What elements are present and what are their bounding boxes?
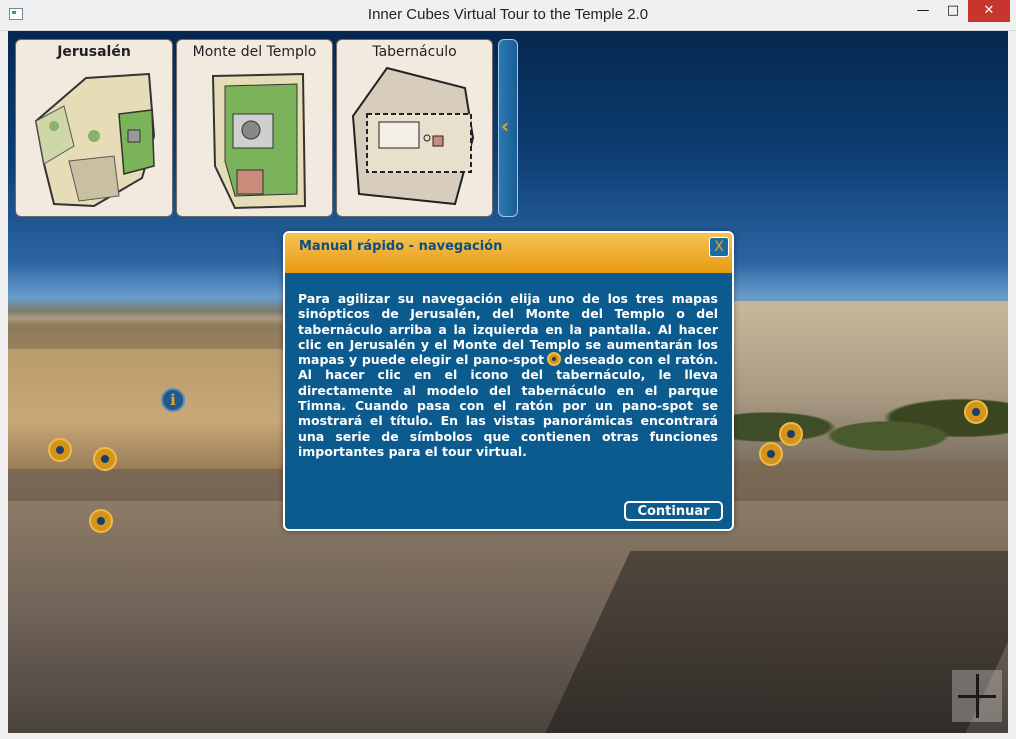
dialog-close-button[interactable]: X	[709, 237, 729, 257]
jerusalem-map-icon	[34, 72, 156, 208]
minimize-button[interactable]: —	[908, 0, 938, 22]
map-card-jerusalem[interactable]: Jerusalén	[15, 39, 173, 217]
map-label-jerusalem: Jerusalén	[57, 44, 131, 60]
temple-mount-map-icon	[211, 72, 307, 210]
compass-icon[interactable]	[952, 670, 1002, 722]
pano-spot-icon	[547, 352, 562, 367]
map-label-temple-mount: Monte del Templo	[192, 44, 317, 60]
dialog-body: Para agilizar su navegación elija uno de…	[298, 291, 718, 459]
pano-spot[interactable]	[964, 400, 988, 424]
dialog-title: Manual rápido - navegación	[299, 239, 503, 254]
pano-spot[interactable]	[759, 442, 783, 466]
map-panel-toggle[interactable]: ‹	[498, 39, 518, 217]
pano-spot[interactable]	[779, 422, 803, 446]
pano-spot[interactable]	[93, 447, 117, 471]
chevron-left-icon: ‹	[501, 114, 510, 138]
info-icon[interactable]: i	[161, 388, 185, 412]
window-titlebar: Inner Cubes Virtual Tour to the Temple 2…	[0, 0, 1016, 31]
close-window-button[interactable]: ✕	[968, 0, 1010, 22]
map-label-tabernacle: Tabernáculo	[372, 44, 457, 60]
tabernacle-map-icon	[351, 66, 475, 206]
window-title: Inner Cubes Virtual Tour to the Temple 2…	[367, 6, 649, 23]
pano-spot[interactable]	[89, 509, 113, 533]
quick-manual-dialog: Manual rápido - navegación X Para agiliz…	[283, 231, 734, 531]
trees-scene	[708, 391, 1008, 481]
maximize-button[interactable]: □	[938, 0, 968, 22]
dialog-text-part2: deseado con el ratón. Al hacer clic en e…	[298, 352, 718, 459]
pano-spot[interactable]	[48, 438, 72, 462]
map-card-temple-mount[interactable]: Monte del Templo	[176, 39, 333, 217]
map-card-tabernacle[interactable]: Tabernáculo	[336, 39, 493, 217]
dialog-header: Manual rápido - navegación X	[285, 233, 732, 273]
continue-button[interactable]: Continuar	[624, 501, 723, 521]
